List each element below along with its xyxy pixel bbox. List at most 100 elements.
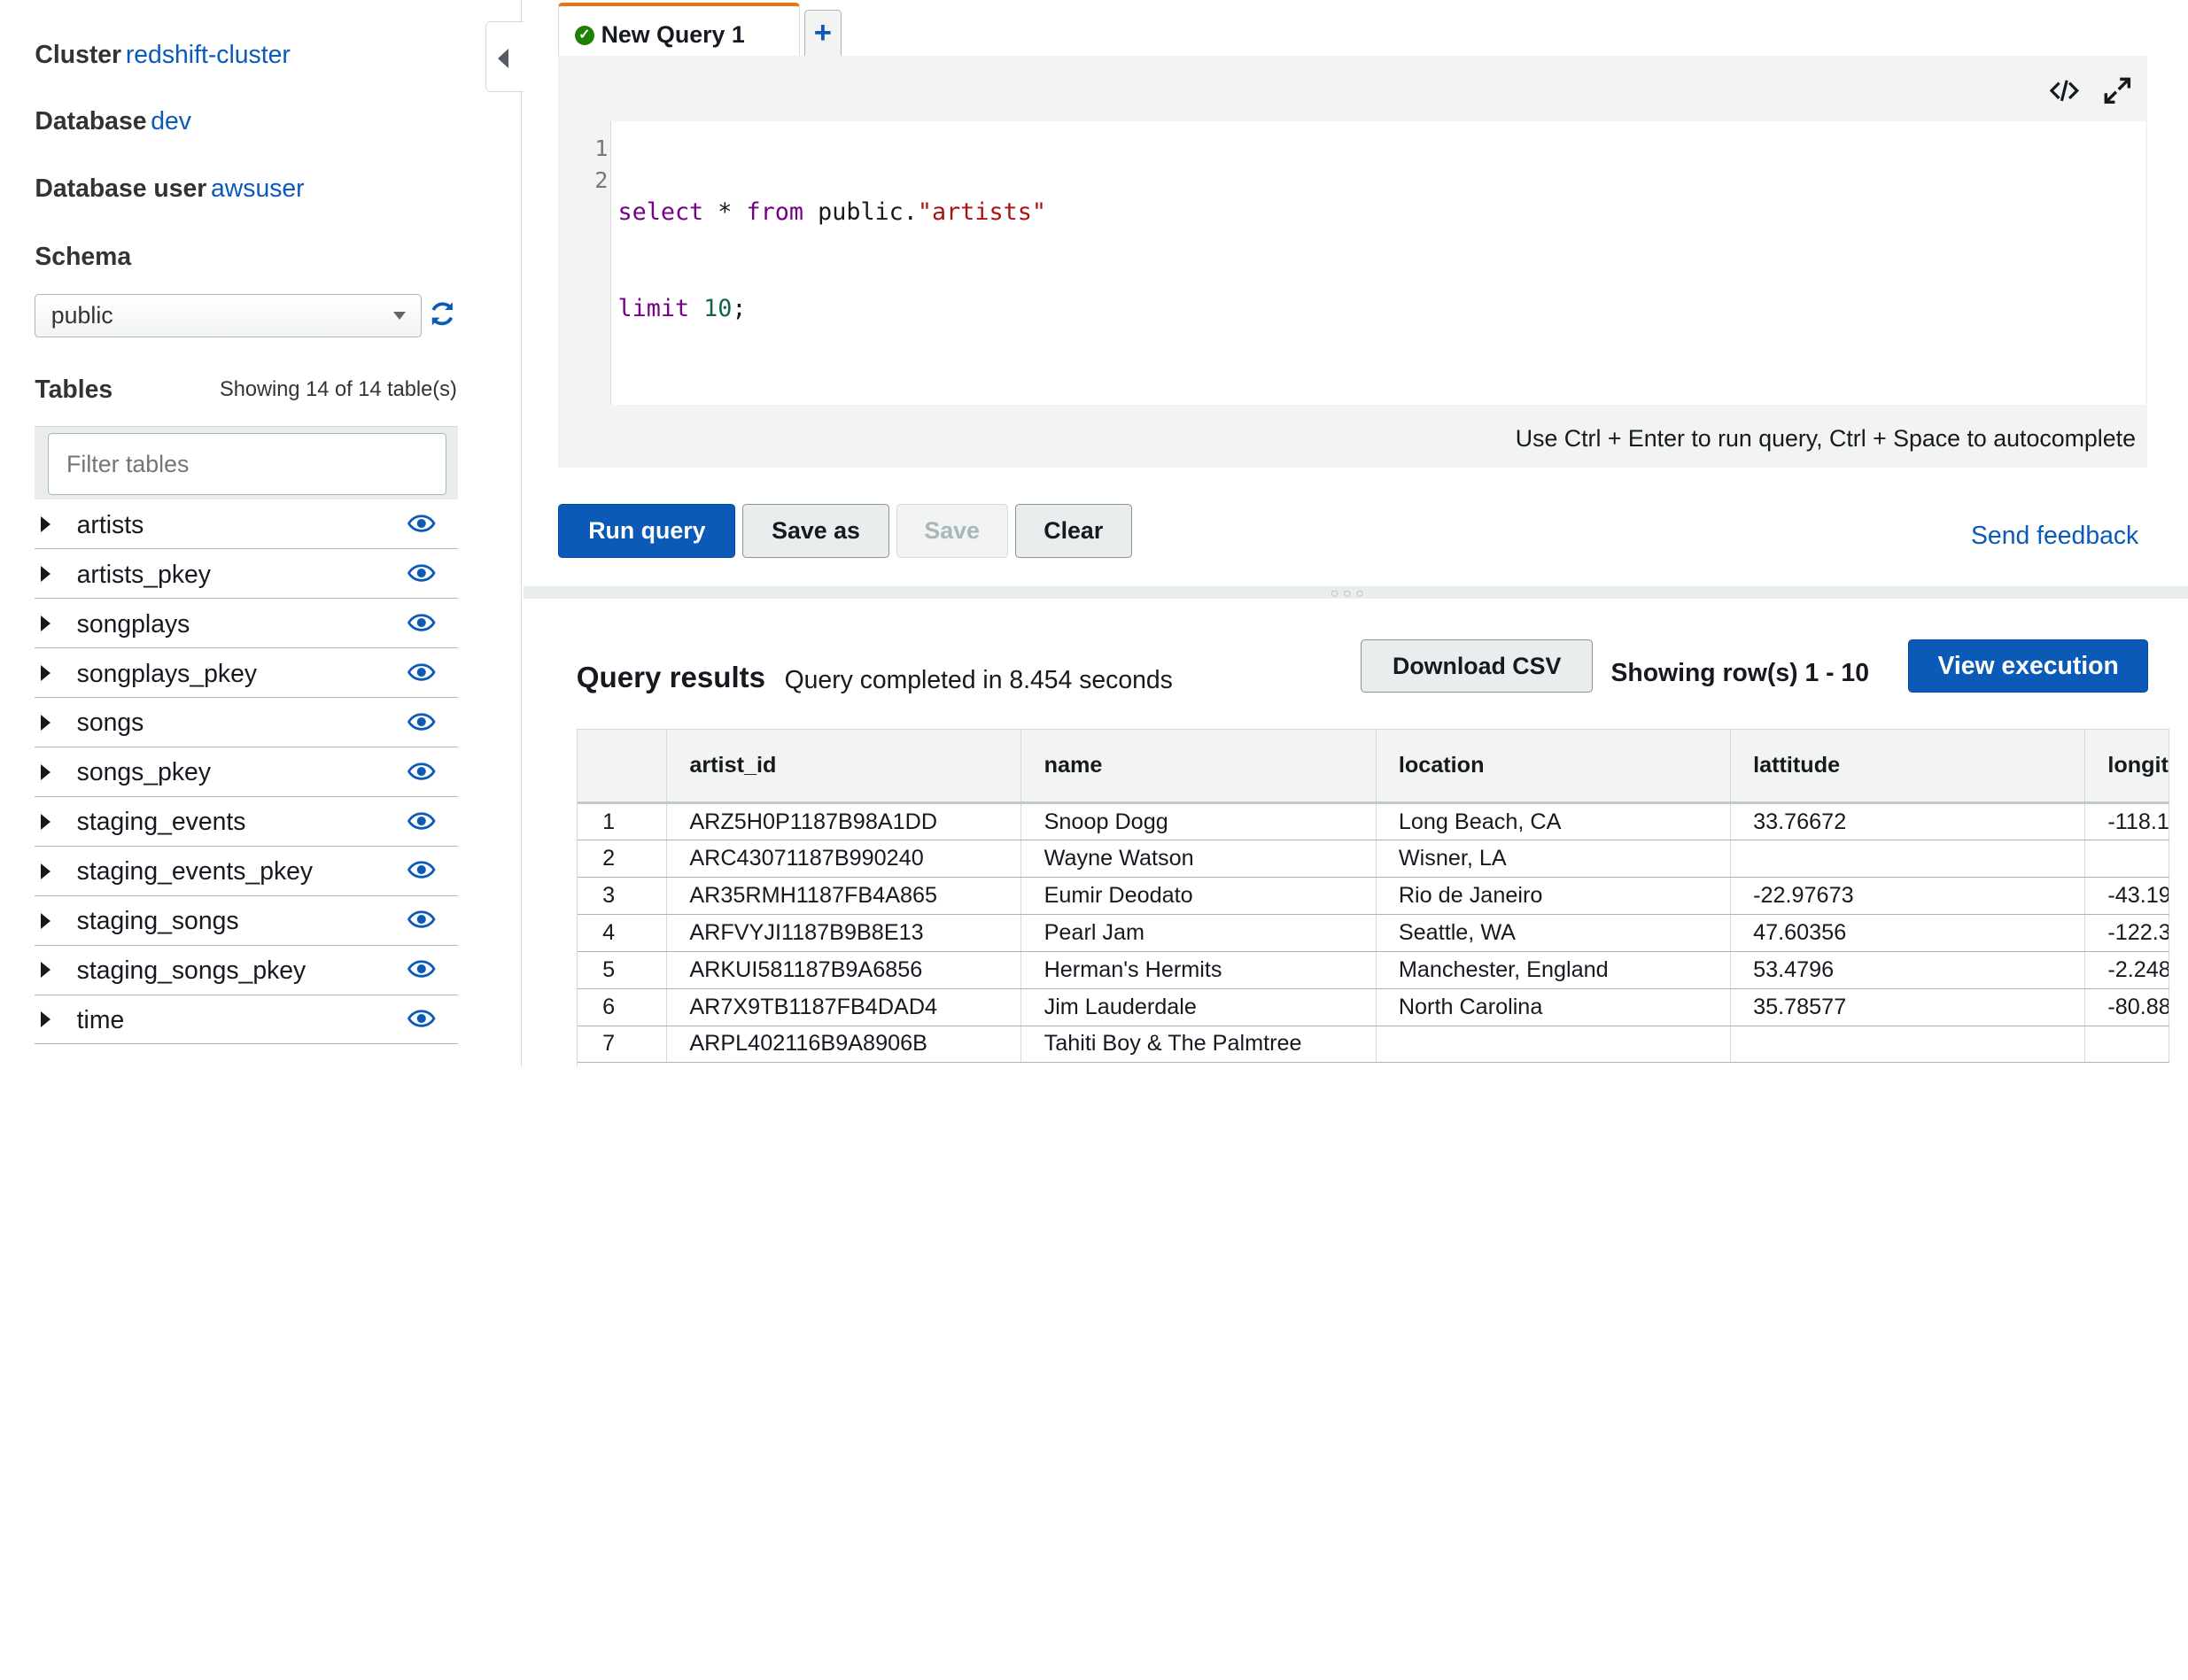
eye-icon[interactable] xyxy=(407,959,436,979)
table-row[interactable]: 2 ARC43071187B990240 Wayne Watson Wisner, L… xyxy=(577,840,2169,878)
table-list-item[interactable]: songplays xyxy=(35,599,458,648)
column-header[interactable]: lattitude xyxy=(1730,728,2086,805)
filter-container xyxy=(35,425,458,500)
cluster-link[interactable]: redshift-cluster xyxy=(126,41,291,69)
run-query-button[interactable]: Run query xyxy=(558,503,736,559)
table-row[interactable]: 3 AR35RMH1187FB4A865 Eumir Deodato Rio de J… xyxy=(577,877,2169,915)
table-name: artists_pkey xyxy=(76,560,211,589)
table-list-item[interactable]: time xyxy=(35,995,458,1045)
column-header[interactable]: longit xyxy=(2084,728,2169,805)
sql-editor[interactable]: 1 2 select * from public."artists" limit… xyxy=(594,121,2145,405)
drag-handle-icon: ○○○ xyxy=(1330,585,1369,601)
table-row[interactable]: 7 ARPL402116B9A8906B Tahiti Boy & The Palm… xyxy=(577,1026,2169,1064)
row-index-cell: 3 xyxy=(577,877,668,915)
send-feedback-link[interactable]: Send feedback xyxy=(1971,522,2138,551)
eye-icon[interactable] xyxy=(407,762,436,781)
view-execution-button[interactable]: View execution xyxy=(1908,639,2149,693)
eye-icon[interactable] xyxy=(407,910,436,929)
code-token: public. xyxy=(803,198,918,227)
clear-button[interactable]: Clear xyxy=(1014,503,1132,559)
results-grid: artist_id name location lattitude longit 1 AR… xyxy=(576,728,2188,1066)
table-cell xyxy=(2084,1026,2169,1064)
caret-right-icon[interactable] xyxy=(40,912,50,929)
resize-splitter[interactable]: ○○○ xyxy=(523,585,2188,601)
table-cell: Snoop Dogg xyxy=(1020,802,1377,840)
eye-icon[interactable] xyxy=(407,811,436,831)
table-list-item[interactable]: artists xyxy=(35,499,458,550)
caret-right-icon[interactable] xyxy=(40,516,50,533)
caret-right-icon[interactable] xyxy=(40,863,50,879)
expand-icon[interactable] xyxy=(2102,75,2133,106)
table-list-item[interactable]: songs xyxy=(35,698,458,747)
eye-icon[interactable] xyxy=(407,514,436,533)
caret-right-icon[interactable] xyxy=(40,813,50,830)
keyword: from xyxy=(746,198,803,227)
table-list-item[interactable]: songplays_pkey xyxy=(35,648,458,698)
table-cell: -80.88 xyxy=(2084,988,2169,1026)
table-cell: -22.97673 xyxy=(1730,877,2086,915)
save-button[interactable]: Save xyxy=(896,503,1008,559)
add-tab-button[interactable]: + xyxy=(803,10,842,57)
caret-right-icon[interactable] xyxy=(40,962,50,979)
results-title: Query results xyxy=(576,661,766,694)
table-row[interactable]: 1 ARZ5H0P1187B98A1DD Snoop Dogg Long Beach,… xyxy=(577,802,2169,840)
caret-right-icon[interactable] xyxy=(40,615,50,631)
column-header[interactable]: location xyxy=(1376,728,1731,805)
caret-right-icon[interactable] xyxy=(40,763,50,780)
rows-info: Showing row(s) 1 - 10 xyxy=(1610,658,1869,687)
table-list-item[interactable]: staging_events_pkey xyxy=(35,847,458,896)
caret-right-icon[interactable] xyxy=(40,1011,50,1028)
table-name: songplays xyxy=(76,609,190,639)
table-cell: AR7X9TB1187FB4DAD4 xyxy=(666,988,1022,1026)
eye-icon[interactable] xyxy=(407,613,436,632)
caret-right-icon[interactable] xyxy=(40,664,50,681)
table-cell: Tahiti Boy & The Palmtree xyxy=(1020,1026,1377,1064)
tab-new-query-1[interactable]: ✓ New Query 1 xyxy=(558,3,800,57)
eye-icon[interactable] xyxy=(407,860,436,879)
filter-tables-input[interactable] xyxy=(47,433,447,495)
keyword: select xyxy=(617,198,704,227)
caret-right-icon[interactable] xyxy=(40,565,50,582)
table-cell: Rio de Janeiro xyxy=(1376,877,1731,915)
table-list-item[interactable]: staging_songs_pkey xyxy=(35,946,458,995)
table-list-item[interactable]: songs_pkey xyxy=(35,747,458,797)
table-cell: ARZ5H0P1187B98A1DD xyxy=(666,802,1022,840)
row-index-cell: 7 xyxy=(577,1026,668,1064)
table-row[interactable]: 5 ARKUI581187B9A6856 Herman's Hermits Manch… xyxy=(577,951,2169,989)
line-number: 1 xyxy=(594,135,609,161)
eye-icon[interactable] xyxy=(407,712,436,732)
table-list-item[interactable]: staging_events xyxy=(35,797,458,847)
schema-select[interactable]: public xyxy=(35,294,422,338)
download-csv-button[interactable]: Download CSV xyxy=(1361,639,1593,693)
table-cell: -2.248 xyxy=(2084,951,2169,989)
table-row[interactable]: 4 ARFVYJI1187B9B8E13 Pearl Jam Seattle, WA 4… xyxy=(577,914,2169,952)
save-as-button[interactable]: Save as xyxy=(742,503,889,559)
database-user-label: Database user xyxy=(35,174,207,203)
string-literal: "artists" xyxy=(917,198,1046,227)
caret-right-icon[interactable] xyxy=(40,714,50,731)
eye-icon[interactable] xyxy=(407,662,436,682)
schema-select-value: public xyxy=(50,302,113,329)
column-header-index[interactable] xyxy=(577,728,668,805)
table-list-item[interactable]: artists_pkey xyxy=(35,549,458,599)
eye-icon[interactable] xyxy=(407,563,436,583)
line-number: 2 xyxy=(594,166,609,193)
database-link[interactable]: dev xyxy=(151,107,191,135)
database-user-link[interactable]: awsuser xyxy=(211,174,305,203)
refresh-icon[interactable] xyxy=(427,298,458,329)
table-name: artists xyxy=(76,510,144,539)
code-icon[interactable] xyxy=(2049,75,2080,106)
table-row[interactable]: 6 AR7X9TB1187FB4DAD4 Jim Lauderdale North C… xyxy=(577,988,2169,1026)
table-name: time xyxy=(76,1006,125,1035)
tables-title: Tables xyxy=(35,375,113,404)
table-cell: -43.19 xyxy=(2084,877,2169,915)
code-token: * xyxy=(703,198,747,227)
table-list-item[interactable]: staging_songs xyxy=(35,896,458,946)
collapse-sidebar-button[interactable] xyxy=(485,20,524,92)
check-circle-icon: ✓ xyxy=(574,26,594,46)
eye-icon[interactable] xyxy=(407,1009,436,1028)
editor-panel: 1 2 select * from public."artists" limit… xyxy=(558,56,2147,468)
column-header[interactable]: name xyxy=(1020,728,1377,805)
column-header[interactable]: artist_id xyxy=(666,728,1022,805)
table-cell: Eumir Deodato xyxy=(1020,877,1377,915)
